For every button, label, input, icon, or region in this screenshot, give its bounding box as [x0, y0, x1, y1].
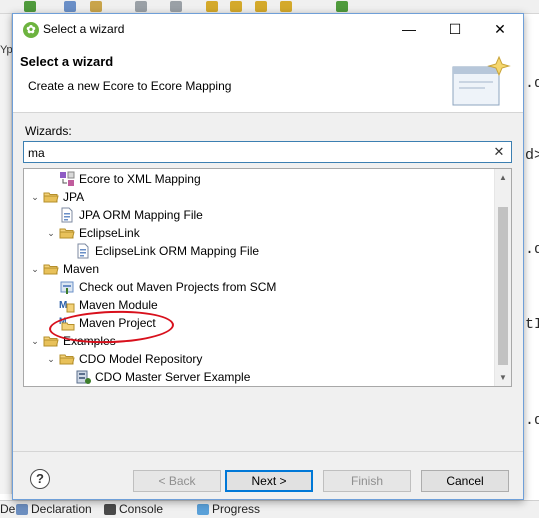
- bottom-left-label[interactable]: De: [0, 502, 15, 516]
- expand-twisty-icon[interactable]: ⌄: [46, 350, 56, 368]
- minimize-button[interactable]: —: [386, 14, 432, 45]
- tree-item-label: CDO Model Repository: [79, 352, 203, 366]
- forward-arrow-icon[interactable]: [230, 1, 242, 12]
- finish-button[interactable]: Finish: [323, 470, 411, 492]
- nav-up-icon[interactable]: [170, 1, 182, 12]
- folder-icon: [43, 261, 59, 277]
- scroll-thumb[interactable]: [498, 207, 508, 365]
- history-forward-icon[interactable]: [280, 1, 292, 12]
- declaration-icon: [16, 503, 28, 515]
- perspective-icon[interactable]: [336, 1, 348, 12]
- tab-progress[interactable]: Progress: [197, 502, 260, 516]
- wizards-label: Wizards:: [25, 124, 72, 138]
- tree-folder[interactable]: ⌄ EclipseLink: [24, 224, 494, 242]
- folder-icon: [59, 225, 75, 241]
- folder-icon: [43, 189, 59, 205]
- wizard-filter-input[interactable]: [27, 144, 487, 161]
- editor-text: .d: [525, 241, 539, 258]
- close-button[interactable]: ✕: [477, 14, 523, 45]
- dialog-titlebar[interactable]: ✿ Select a wizard — ☐ ✕: [13, 14, 523, 45]
- filter-field: ✕: [23, 141, 512, 163]
- back-arrow-icon[interactable]: [206, 1, 218, 12]
- svg-text:M: M: [59, 300, 67, 311]
- tree-item-label: CDO Master Server Example: [95, 370, 251, 384]
- debug-icon[interactable]: [64, 1, 76, 12]
- ide-bottom-tabbar: De Declaration Console Progress: [0, 500, 539, 518]
- run-icon[interactable]: [24, 1, 36, 12]
- expand-twisty-icon[interactable]: ⌄: [30, 260, 40, 278]
- tree-item-label: Ecore to XML Mapping: [79, 172, 201, 186]
- help-icon[interactable]: ?: [30, 469, 50, 489]
- nav-down-icon[interactable]: [135, 1, 147, 12]
- tree-folder[interactable]: ⌄ JPA: [24, 188, 494, 206]
- console-icon: [104, 503, 116, 515]
- tree-scrollbar[interactable]: ▲ ▼: [494, 169, 511, 386]
- progress-icon: [197, 503, 209, 515]
- tree-item[interactable]: EclipseLink ORM Mapping File: [24, 242, 494, 260]
- expand-twisty-icon[interactable]: ⌄: [30, 332, 40, 350]
- back-button[interactable]: < Back: [133, 470, 221, 492]
- tree-item-label: JPA ORM Mapping File: [79, 208, 203, 222]
- ide-left-panel: Ypo: [0, 14, 19, 494]
- tree-folder[interactable]: ⌄ CDO Model Repository: [24, 350, 494, 368]
- clear-icon[interactable]: ✕: [492, 144, 506, 160]
- editor-text: tI: [525, 316, 539, 333]
- cancel-button[interactable]: Cancel: [421, 470, 509, 492]
- expand-twisty-icon[interactable]: ⌄: [46, 224, 56, 242]
- expand-twisty-icon[interactable]: ⌄: [30, 188, 40, 206]
- tree-item-label: Check out Maven Projects from SCM: [79, 280, 277, 294]
- scroll-down-icon[interactable]: ▼: [495, 369, 511, 386]
- tree-item-label: Maven: [63, 262, 100, 276]
- select-wizard-dialog: ✿ Select a wizard — ☐ ✕ Select a wizard …: [12, 13, 524, 500]
- orm-file-icon: [75, 243, 91, 259]
- orm-file-icon: [59, 207, 75, 223]
- tree-item[interactable]: Check out Maven Projects from SCM: [24, 278, 494, 296]
- dialog-title: Select a wizard: [43, 22, 125, 36]
- tree-item[interactable]: CDO Master Server Example: [24, 368, 494, 386]
- wand-icon[interactable]: [90, 1, 102, 12]
- tree-item[interactable]: JPA ORM Mapping File: [24, 206, 494, 224]
- tree-item[interactable]: Ecore to XML Mapping: [24, 170, 494, 188]
- tree-item-label: EclipseLink: [79, 226, 140, 240]
- tree-folder[interactable]: ⌄ Maven: [24, 260, 494, 278]
- editor-text: .d: [525, 75, 539, 92]
- wizard-header: Select a wizard Create a new Ecore to Ec…: [13, 45, 523, 113]
- editor-text: .d: [525, 412, 539, 429]
- maven-module-icon: M: [59, 297, 75, 313]
- spring-leaf-icon: ✿: [23, 22, 39, 38]
- tab-console[interactable]: Console: [104, 502, 163, 516]
- history-back-icon[interactable]: [255, 1, 267, 12]
- scroll-up-icon[interactable]: ▲: [495, 169, 511, 186]
- ecore-mapping-icon: [59, 171, 75, 187]
- scm-checkout-icon: [59, 279, 75, 295]
- cdo-server-icon: [75, 369, 91, 385]
- tab-label: Progress: [212, 502, 261, 516]
- maximize-button[interactable]: ☐: [432, 14, 478, 45]
- editor-text: d>: [525, 147, 539, 164]
- wizard-banner-icon: [452, 55, 511, 106]
- dialog-separator: [13, 451, 523, 452]
- ide-toolbar: [0, 0, 539, 14]
- tab-declaration[interactable]: Declaration: [16, 502, 92, 516]
- header-title: Select a wizard: [20, 54, 114, 69]
- header-description: Create a new Ecore to Ecore Mapping: [28, 79, 232, 93]
- folder-icon: [59, 351, 75, 367]
- tab-label: Declaration: [31, 502, 92, 516]
- next-button[interactable]: Next >: [225, 470, 313, 492]
- tree-item-label: EclipseLink ORM Mapping File: [95, 244, 260, 258]
- wizard-tree: Ecore to XML Mapping ⌄ JPA JPA ORM Mapping …: [23, 168, 512, 387]
- tab-label: Console: [119, 502, 164, 516]
- tree-item-label: JPA: [63, 190, 85, 204]
